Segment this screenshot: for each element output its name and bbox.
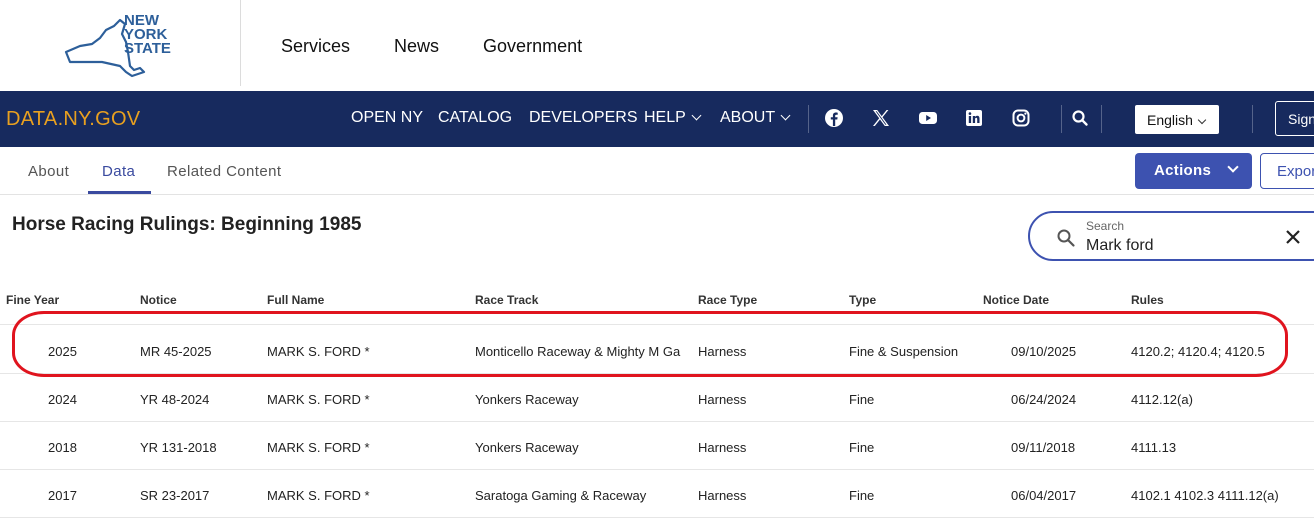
column-header[interactable]: Type	[849, 293, 876, 307]
cell-rules: 4112.12(a)	[1131, 392, 1193, 407]
nav-help-label: HELP	[644, 109, 686, 126]
nav-divider	[808, 105, 809, 133]
nav-help-dropdown[interactable]: HELP	[644, 109, 702, 127]
cell-fine-year: 2018	[48, 440, 77, 455]
cell-notice: YR 48-2024	[140, 392, 210, 407]
cell-fine-year: 2024	[48, 392, 77, 407]
column-header[interactable]: Full Name	[267, 293, 324, 307]
cell-rules: 4120.2; 4120.4; 4120.5	[1131, 344, 1265, 359]
dataset-tabs: About Data Related Content Actions Expor	[0, 147, 1314, 195]
sign-in-button[interactable]: Sign	[1275, 101, 1314, 136]
cell-type: Fine	[849, 488, 875, 503]
close-icon[interactable]	[1284, 228, 1302, 246]
column-header[interactable]: Notice	[140, 293, 177, 307]
search-icon	[1057, 229, 1075, 247]
table-row[interactable]: 2024 YR 48-2024 MARK S. FORD * Yonkers R…	[0, 374, 1314, 422]
tab-data[interactable]: Data	[102, 163, 135, 180]
column-header[interactable]: Race Type	[698, 293, 757, 307]
cell-notice: MR 45-2025	[140, 344, 212, 359]
state-header: NEW YORK STATE Services News Government	[0, 0, 1314, 91]
cell-notice-date: 06/04/2017	[1011, 488, 1077, 503]
tab-related-content[interactable]: Related Content	[167, 163, 281, 180]
cell-full-name: MARK S. FORD *	[267, 440, 370, 455]
search-field[interactable]: Search Mark ford	[1028, 211, 1314, 261]
cell-rules: 4102.1 4102.3 4111.12(a)	[1131, 488, 1279, 503]
logo-line-state: STATE	[124, 40, 171, 57]
linkedin-icon[interactable]	[963, 107, 985, 129]
cell-full-name: MARK S. FORD *	[267, 488, 370, 503]
page-title: Horse Racing Rulings: Beginning 1985	[12, 214, 362, 235]
cell-race-track: Saratoga Gaming & Raceway	[475, 488, 647, 503]
cell-race-type: Harness	[698, 344, 747, 359]
table-header: Fine Year Notice Full Name Race Track Ra…	[0, 291, 1314, 325]
column-header[interactable]: Rules	[1131, 293, 1164, 307]
nav-open-ny[interactable]: OPEN NY	[351, 109, 423, 127]
cell-race-type: Harness	[698, 440, 747, 455]
cell-race-type: Harness	[698, 392, 747, 407]
chevron-down-icon	[1227, 161, 1239, 173]
nav-news[interactable]: News	[394, 36, 439, 57]
cell-notice-date: 06/24/2024	[1011, 392, 1077, 407]
language-selector[interactable]: English	[1135, 105, 1219, 134]
nav-divider	[1061, 105, 1062, 133]
export-button[interactable]: Expor	[1260, 153, 1314, 189]
tab-about[interactable]: About	[28, 163, 69, 180]
nav-about-dropdown[interactable]: ABOUT	[720, 109, 791, 127]
cell-full-name: MARK S. FORD *	[267, 344, 370, 359]
column-header[interactable]: Race Track	[475, 293, 538, 307]
chevron-down-icon	[691, 110, 702, 121]
cell-fine-year: 2025	[48, 344, 77, 359]
nav-government[interactable]: Government	[483, 36, 582, 57]
nav-about-label: ABOUT	[720, 109, 776, 126]
facebook-icon[interactable]	[823, 107, 845, 129]
youtube-icon[interactable]	[917, 107, 939, 129]
language-label: English	[1147, 112, 1193, 128]
nav-divider	[1101, 105, 1102, 133]
search-icon[interactable]	[1069, 107, 1091, 129]
cell-full-name: MARK S. FORD *	[267, 392, 370, 407]
active-tab-indicator	[88, 191, 151, 194]
cell-race-type: Harness	[698, 488, 747, 503]
actions-label: Actions	[1154, 162, 1212, 179]
cell-notice-date: 09/11/2018	[1011, 440, 1076, 455]
cell-type: Fine	[849, 392, 875, 407]
logo-divider	[240, 0, 241, 86]
actions-button[interactable]: Actions	[1135, 153, 1252, 189]
column-header[interactable]: Notice Date	[983, 293, 1049, 307]
nav-services[interactable]: Services	[281, 36, 350, 57]
cell-rules: 4111.13	[1131, 440, 1177, 455]
state-nav: Services News Government	[281, 36, 582, 57]
instagram-icon[interactable]	[1010, 107, 1032, 129]
table-row[interactable]: 2017 SR 23-2017 MARK S. FORD * Saratoga …	[0, 470, 1314, 518]
nav-divider	[1252, 105, 1253, 133]
site-navbar: DATA.NY.GOV OPEN NY CATALOG DEVELOPERS H…	[0, 91, 1314, 147]
chevron-down-icon	[1197, 115, 1207, 125]
x-twitter-icon[interactable]	[870, 107, 892, 129]
search-input[interactable]: Mark ford	[1086, 237, 1154, 255]
cell-race-track: Monticello Raceway & Mighty M Ga	[475, 344, 681, 359]
cell-fine-year: 2017	[48, 488, 77, 503]
main-nav: OPEN NY CATALOG DEVELOPERS HELP ABOUT	[0, 109, 1314, 131]
table-row[interactable]: 2025 MR 45-2025 MARK S. FORD * Monticell…	[0, 326, 1314, 374]
table-row[interactable]: 2018 YR 131-2018 MARK S. FORD * Yonkers …	[0, 422, 1314, 470]
cell-race-track: Yonkers Raceway	[475, 440, 579, 455]
cell-notice: SR 23-2017	[140, 488, 210, 503]
nav-developers[interactable]: DEVELOPERS	[529, 109, 637, 127]
nav-catalog[interactable]: CATALOG	[438, 109, 512, 127]
cell-type: Fine & Suspension	[849, 344, 959, 359]
cell-type: Fine	[849, 440, 875, 455]
cell-notice-date: 09/10/2025	[1011, 344, 1077, 359]
column-header[interactable]: Fine Year	[6, 293, 59, 307]
nys-logo[interactable]: NEW YORK STATE	[62, 12, 177, 78]
search-label: Search	[1086, 219, 1125, 233]
chevron-down-icon	[780, 110, 791, 121]
cell-notice: YR 131-2018	[140, 440, 217, 455]
cell-race-track: Yonkers Raceway	[475, 392, 579, 407]
